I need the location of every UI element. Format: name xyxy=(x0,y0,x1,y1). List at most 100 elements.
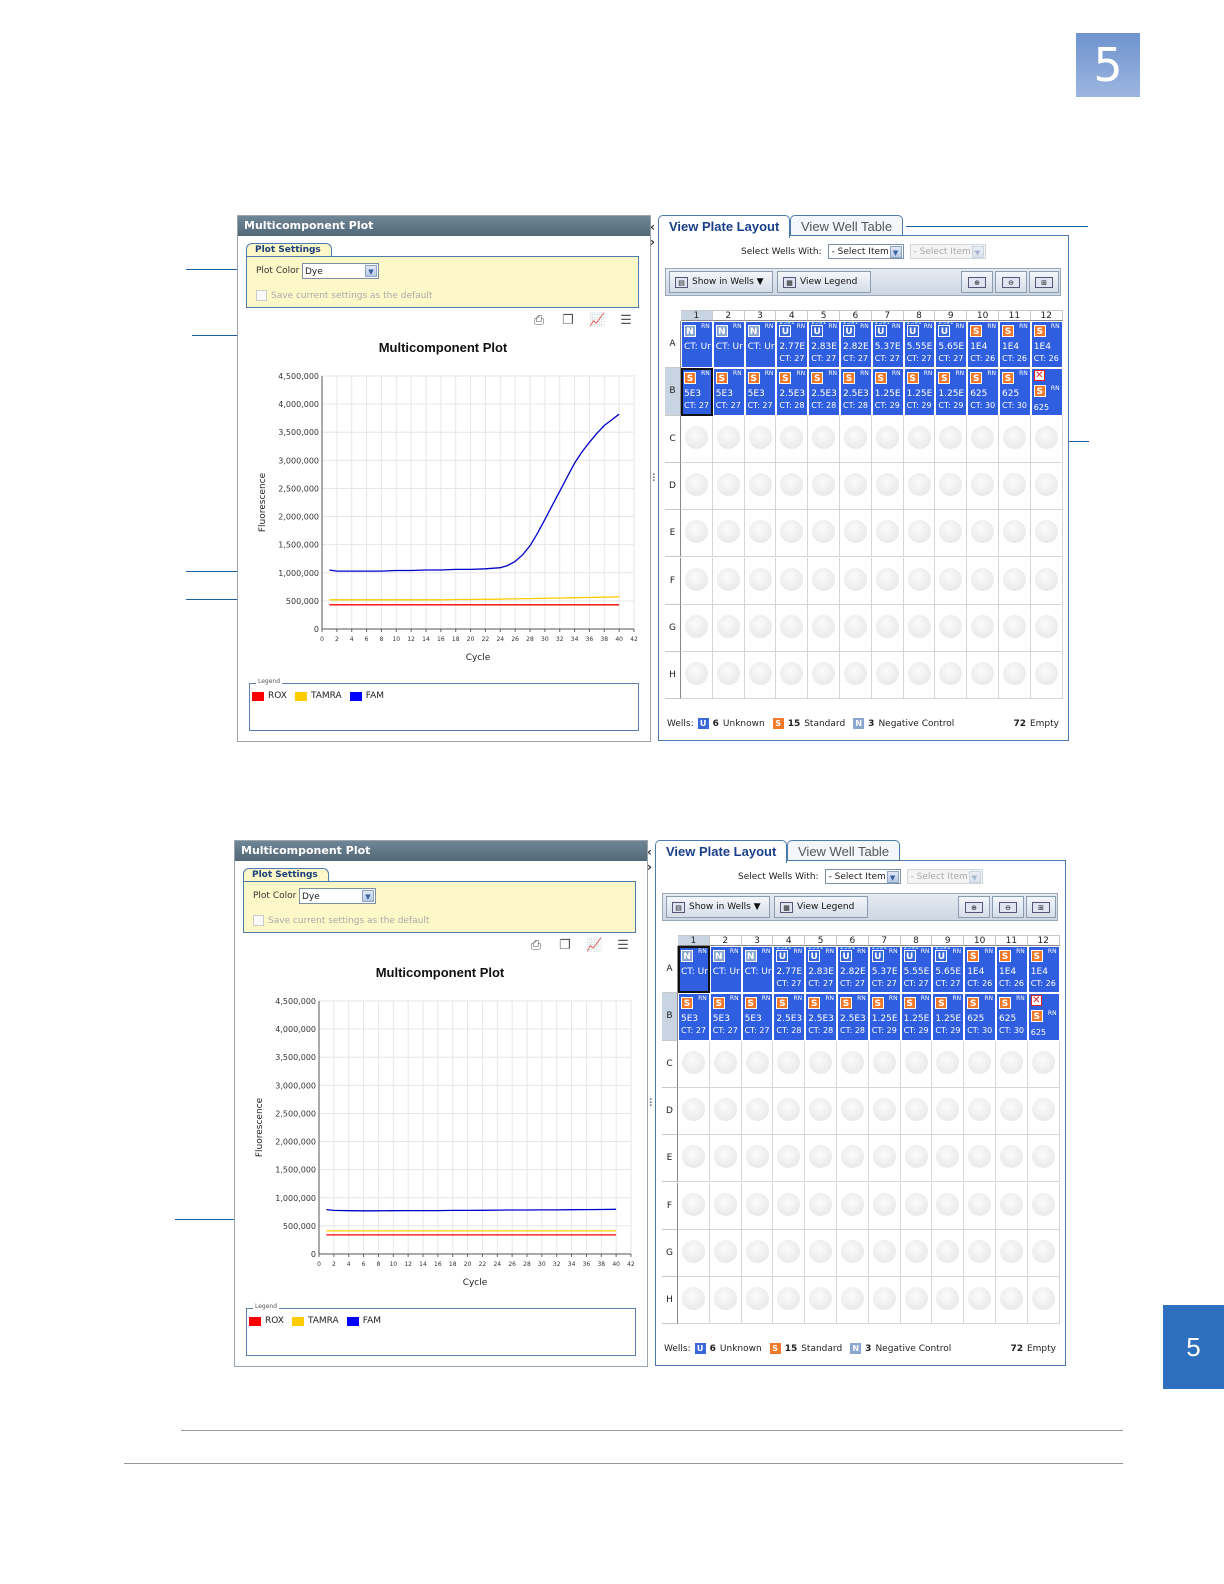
plate-well[interactable] xyxy=(932,1229,965,1278)
plate-well[interactable] xyxy=(1030,557,1063,605)
plate-well[interactable] xyxy=(678,1182,710,1230)
plate-well[interactable]: S RN 1.25E CT: 29 xyxy=(871,368,904,416)
plate-well[interactable] xyxy=(678,1229,710,1278)
plate-well[interactable] xyxy=(741,1087,774,1136)
plate-well[interactable] xyxy=(935,604,968,653)
plate-well[interactable] xyxy=(967,415,999,463)
plate-well[interactable]: S RN 1.25E CT: 29 xyxy=(932,993,965,1041)
plate-well[interactable] xyxy=(1030,415,1063,463)
plate-well[interactable] xyxy=(935,510,968,558)
fit-to-view-button[interactable]: ⊞ xyxy=(1026,896,1056,918)
plate-well[interactable] xyxy=(773,1229,806,1278)
plate-well[interactable]: S RN 1.25E CT: 29 xyxy=(935,368,968,416)
row-header[interactable]: A xyxy=(662,946,678,994)
plate-well[interactable] xyxy=(776,604,809,653)
plate-well[interactable] xyxy=(805,1182,837,1230)
plate-well[interactable] xyxy=(932,1182,965,1230)
print-icon[interactable]: ⎙ xyxy=(528,937,544,953)
plate-well[interactable] xyxy=(837,1229,869,1278)
expand-right-icon[interactable]: › xyxy=(647,860,655,875)
splitter-handle[interactable]: ... xyxy=(652,469,655,484)
expand-right-icon[interactable]: › xyxy=(650,235,658,250)
plate-well[interactable] xyxy=(709,1135,742,1183)
plate-well[interactable] xyxy=(1030,510,1063,558)
plate-well[interactable]: S RN 5E3 CT: 27 xyxy=(681,368,713,416)
tab-view-plate-layout[interactable]: View Plate Layout xyxy=(655,840,788,863)
plate-well[interactable]: S RN 5E3 CT: 27 xyxy=(678,993,710,1041)
plate-well[interactable]: S RN 1.25E CT: 29 xyxy=(868,993,901,1041)
plate-well[interactable]: S RN 2.5E3 CT: 28 xyxy=(808,368,840,416)
column-header[interactable]: 8 xyxy=(903,310,936,321)
column-header[interactable]: 2 xyxy=(712,310,745,321)
copy-icon[interactable]: ❐ xyxy=(560,312,576,328)
plate-well[interactable] xyxy=(996,1135,1028,1183)
plate-well[interactable]: 2391 U RN 5.37E CT: 27 xyxy=(868,946,901,994)
plate-well[interactable]: 2391 U RN 5.55E CT: 27 xyxy=(903,321,936,369)
plate-well[interactable] xyxy=(709,1087,742,1136)
view-legend-button[interactable]: ▦ View Legend xyxy=(774,896,868,918)
column-header[interactable]: 3 xyxy=(741,935,774,946)
zoom-in-button[interactable]: ⊕ xyxy=(961,271,993,293)
plate-well[interactable]: S RN 1E4 CT: 26 xyxy=(1030,321,1063,369)
plate-well[interactable]: 2391 U RN 5.65E CT: 27 xyxy=(932,946,965,994)
column-header[interactable]: 12 xyxy=(1030,310,1063,321)
plate-well[interactable] xyxy=(903,604,936,653)
plate-well[interactable]: S RN 5E3 CT: 27 xyxy=(744,368,777,416)
save-default-checkbox[interactable] xyxy=(256,290,267,301)
plate-well[interactable] xyxy=(964,1182,996,1230)
plate-well[interactable] xyxy=(903,652,936,700)
plate-well[interactable] xyxy=(808,510,840,558)
plate-well[interactable] xyxy=(805,1087,837,1136)
chart-properties-icon[interactable]: 📈 xyxy=(586,937,602,953)
plate-well[interactable] xyxy=(712,557,745,605)
row-header[interactable]: E xyxy=(662,1135,678,1183)
plate-well[interactable] xyxy=(744,652,777,700)
plate-well[interactable] xyxy=(932,1135,965,1183)
plate-well[interactable] xyxy=(999,462,1031,511)
plate-well[interactable] xyxy=(808,652,840,700)
plate-well[interactable] xyxy=(840,652,872,700)
plate-well[interactable] xyxy=(712,604,745,653)
column-header[interactable]: 5 xyxy=(808,310,840,321)
row-header[interactable]: F xyxy=(665,557,681,605)
plate-well[interactable] xyxy=(681,462,713,511)
plate-well[interactable] xyxy=(935,462,968,511)
column-header[interactable]: 2 xyxy=(709,935,742,946)
row-header[interactable]: C xyxy=(665,415,681,463)
plate-well[interactable] xyxy=(741,1040,774,1088)
plot-settings-tab[interactable]: Plot Settings xyxy=(246,243,332,257)
plate-well[interactable] xyxy=(840,415,872,463)
column-header[interactable]: 11 xyxy=(999,310,1031,321)
plate-well[interactable]: S RN 625 CT: 30 xyxy=(999,368,1031,416)
plate-well[interactable]: S RN 2.5E3 CT: 28 xyxy=(837,993,869,1041)
plate-well[interactable] xyxy=(808,462,840,511)
plate-well[interactable] xyxy=(935,652,968,700)
plate-well[interactable] xyxy=(805,1040,837,1088)
plate-well[interactable]: S RN 5E3 CT: 27 xyxy=(712,368,745,416)
row-header[interactable]: B xyxy=(662,993,678,1041)
plate-well[interactable] xyxy=(999,652,1031,700)
plate-well[interactable]: 2391 U RN 2.83E CT: 27 xyxy=(808,321,840,369)
select-wells-subitem-select[interactable]: - Select Item - ▼ xyxy=(909,244,986,259)
plate-well[interactable] xyxy=(773,1040,806,1088)
plate-well[interactable]: S RN 2.5E3 CT: 28 xyxy=(773,993,806,1041)
plate-well[interactable] xyxy=(712,652,745,700)
view-legend-button[interactable]: ▦ View Legend xyxy=(777,271,871,293)
plate-well[interactable] xyxy=(805,1135,837,1183)
plate-well[interactable] xyxy=(903,557,936,605)
plate-well[interactable] xyxy=(678,1277,710,1325)
plate-well[interactable] xyxy=(1027,1277,1060,1325)
row-header[interactable]: G xyxy=(665,604,681,653)
row-header[interactable]: E xyxy=(665,510,681,558)
panel-collapse-arrows[interactable]: ‹ › xyxy=(647,845,655,875)
plate-well[interactable] xyxy=(681,604,713,653)
plate-well[interactable] xyxy=(741,1182,774,1230)
plate-well[interactable]: S RN 1E4 CT: 26 xyxy=(1027,946,1060,994)
plate-well[interactable] xyxy=(808,557,840,605)
plate-well[interactable]: S RN 1E4 CT: 26 xyxy=(967,321,999,369)
plate-well[interactable] xyxy=(871,415,904,463)
plate-well[interactable] xyxy=(868,1277,901,1325)
row-header[interactable]: F xyxy=(662,1182,678,1230)
plate-well[interactable] xyxy=(1027,1229,1060,1278)
row-header[interactable]: G xyxy=(662,1229,678,1278)
